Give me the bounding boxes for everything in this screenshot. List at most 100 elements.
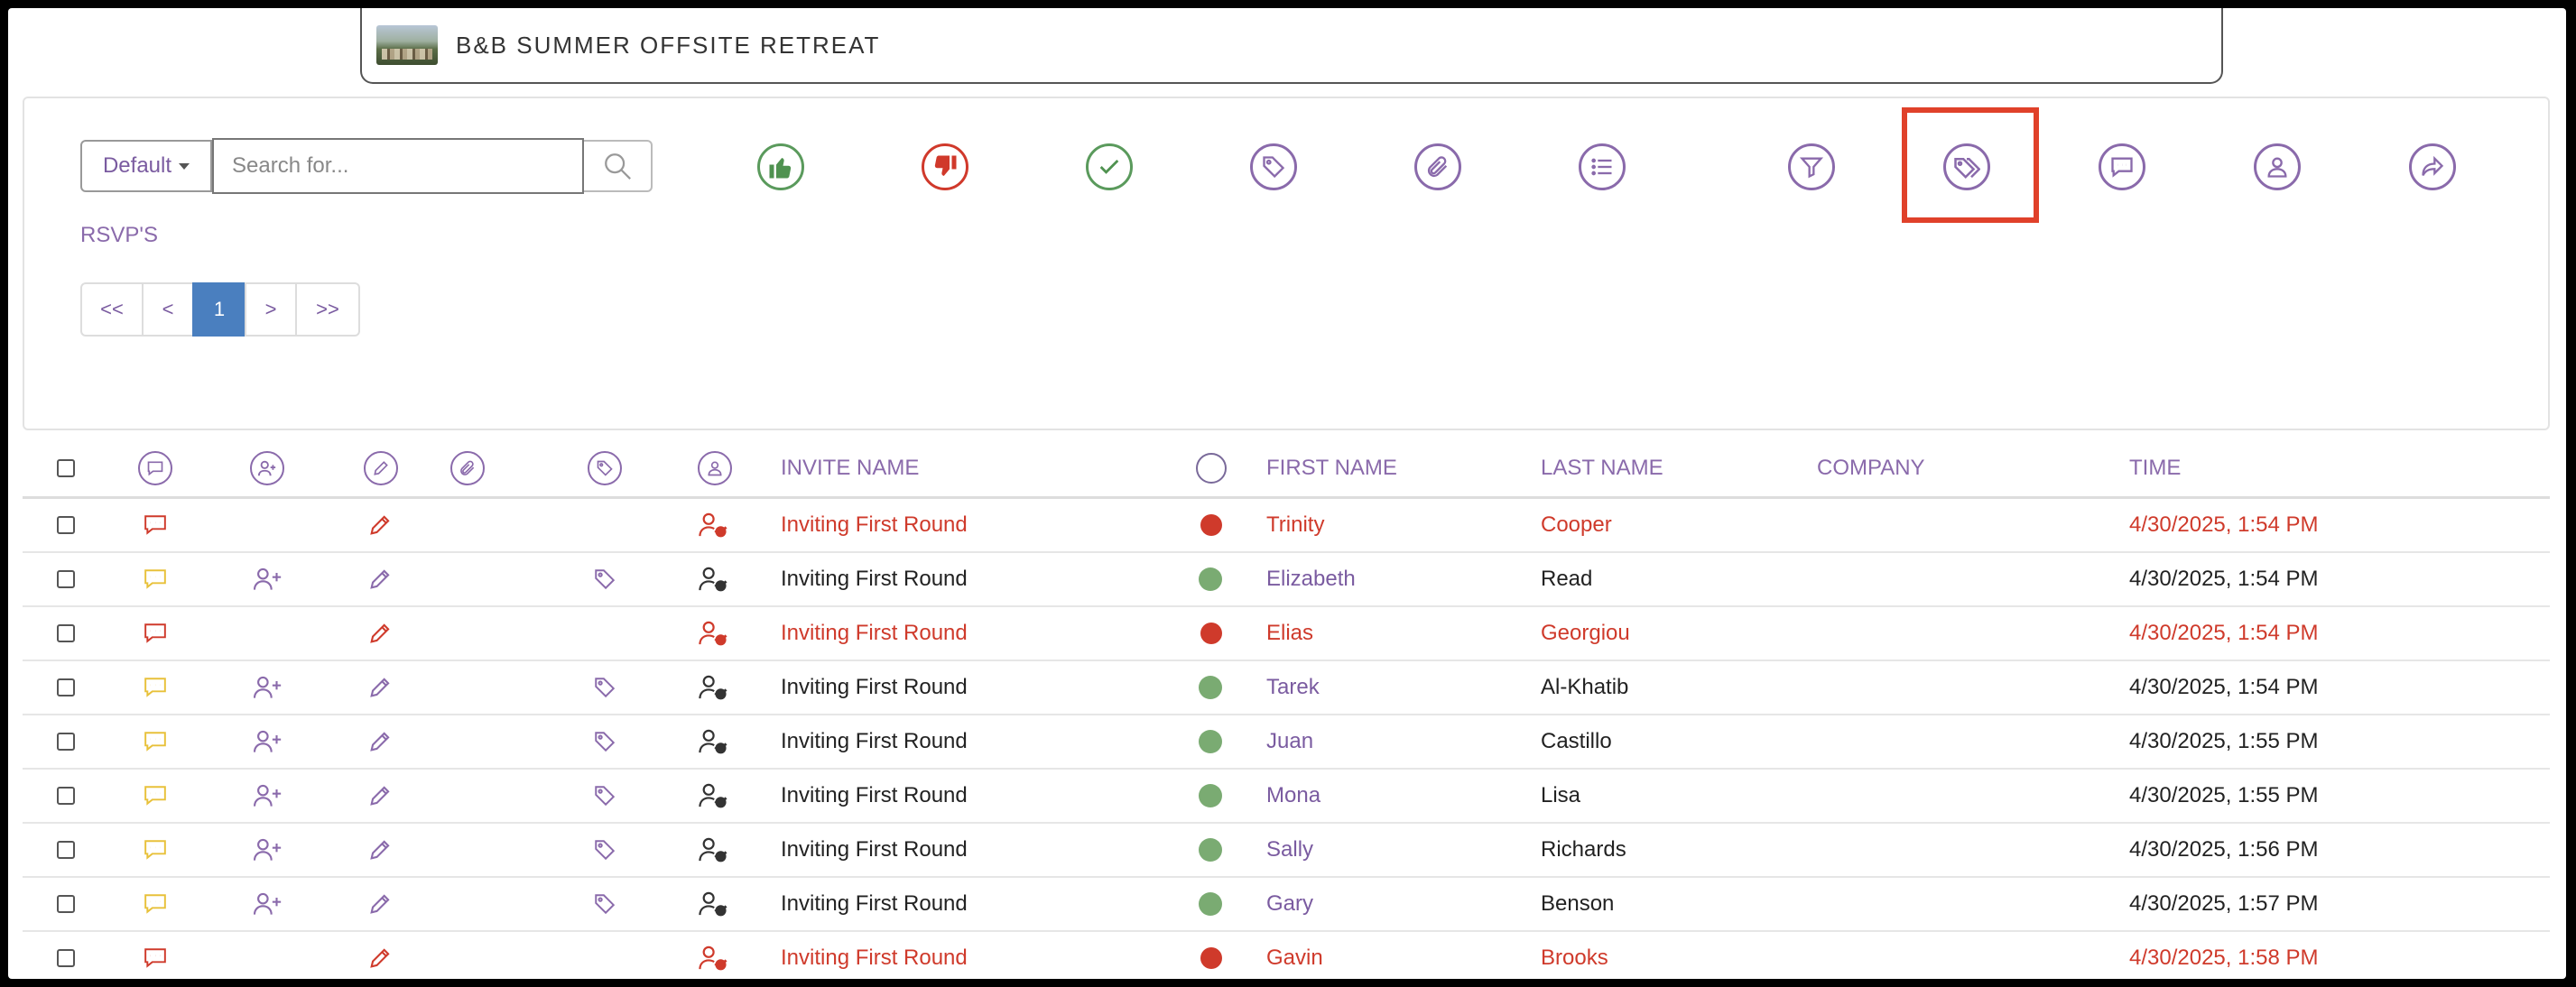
user-accepted-icon[interactable] — [698, 770, 728, 822]
comment-icon[interactable] — [144, 824, 167, 876]
first-name-cell[interactable]: Juan — [1266, 715, 1313, 768]
accepted-status-dot — [1199, 730, 1222, 753]
attachment-icon[interactable] — [1414, 143, 1461, 190]
comment-column-icon[interactable] — [138, 450, 172, 485]
user-accepted-icon[interactable] — [698, 661, 728, 714]
comment-icon[interactable] — [144, 715, 167, 768]
comment-icon[interactable] — [144, 878, 167, 930]
row-checkbox[interactable] — [57, 787, 75, 805]
search-input[interactable] — [212, 138, 584, 194]
row-checkbox[interactable] — [57, 516, 75, 534]
comment-icon[interactable] — [144, 661, 167, 714]
thumbs-up-icon[interactable] — [757, 143, 804, 190]
table-row[interactable]: Inviting First Round Juan Castillo 4/30/202… — [23, 715, 2550, 770]
comment-icon[interactable] — [2099, 143, 2145, 190]
tag-icon[interactable] — [593, 878, 616, 930]
first-name-cell[interactable]: Gavin — [1266, 932, 1323, 979]
row-checkbox[interactable] — [57, 624, 75, 642]
edit-icon[interactable] — [367, 824, 393, 876]
table-row[interactable]: Inviting First Round Tarek Al-Khatib 4/30/2… — [23, 661, 2550, 715]
thumbs-down-icon[interactable] — [922, 143, 968, 190]
check-icon[interactable] — [1086, 143, 1133, 190]
user-accepted-icon[interactable] — [698, 553, 728, 605]
add-user-icon[interactable] — [252, 770, 283, 822]
add-user-icon[interactable] — [252, 661, 283, 714]
row-checkbox[interactable] — [57, 678, 75, 696]
user-icon[interactable] — [2254, 143, 2301, 190]
tag-icon[interactable] — [593, 661, 616, 714]
filter-icon[interactable] — [1788, 143, 1835, 190]
comment-icon[interactable] — [144, 770, 167, 822]
page-prev-button[interactable]: < — [142, 282, 194, 337]
table-row[interactable]: Inviting First Round Gavin Brooks 4/30/2025… — [23, 932, 2550, 979]
row-checkbox[interactable] — [57, 895, 75, 913]
edit-icon[interactable] — [367, 553, 393, 605]
time-header[interactable]: TIME — [2129, 439, 2181, 496]
share-icon[interactable] — [2409, 143, 2456, 190]
event-header[interactable]: B&B SUMMER OFFSITE RETREAT — [360, 8, 2223, 84]
row-checkbox[interactable] — [57, 841, 75, 859]
last-name-cell: Al-Khatib — [1541, 675, 1629, 699]
table-row[interactable]: Inviting First Round Mona Lisa 4/30/2025, 1… — [23, 770, 2550, 824]
table-row[interactable]: Inviting First Round Elias Georgiou 4/30/20… — [23, 607, 2550, 661]
comment-icon[interactable] — [144, 499, 167, 551]
first-name-cell[interactable]: Gary — [1266, 878, 1313, 930]
tag-icon[interactable] — [593, 770, 616, 822]
page-last-button[interactable]: >> — [295, 282, 360, 337]
first-name-cell[interactable]: Tarek — [1266, 661, 1320, 714]
list-icon[interactable] — [1579, 143, 1626, 190]
invite-name-header[interactable]: INVITE NAME — [781, 439, 919, 496]
table-row[interactable]: Inviting First Round Elizabeth Read 4/30/20… — [23, 553, 2550, 607]
first-name-cell[interactable]: Trinity — [1266, 499, 1324, 551]
user-column-icon[interactable] — [698, 450, 732, 485]
comment-icon[interactable] — [144, 607, 167, 660]
add-user-icon[interactable] — [252, 824, 283, 876]
comment-icon[interactable] — [144, 932, 167, 979]
first-name-cell[interactable]: Mona — [1266, 770, 1320, 822]
edit-icon[interactable] — [367, 932, 393, 979]
add-user-column-icon[interactable] — [250, 450, 284, 485]
edit-icon[interactable] — [367, 878, 393, 930]
edit-icon[interactable] — [367, 499, 393, 551]
row-checkbox[interactable] — [57, 733, 75, 751]
first-name-header[interactable]: FIRST NAME — [1266, 439, 1397, 496]
add-user-icon[interactable] — [252, 553, 283, 605]
add-user-icon[interactable] — [252, 715, 283, 768]
table-row[interactable]: Inviting First Round Sally Richards 4/30/20… — [23, 824, 2550, 878]
tag-icon[interactable] — [1250, 143, 1297, 190]
search-button[interactable] — [584, 140, 653, 192]
company-header[interactable]: COMPANY — [1817, 439, 1925, 496]
first-name-cell[interactable]: Sally — [1266, 824, 1313, 876]
table-row[interactable]: Inviting First Round Trinity Cooper 4/30/20… — [23, 499, 2550, 553]
user-accepted-icon[interactable] — [698, 715, 728, 768]
attachment-column-icon[interactable] — [450, 450, 485, 485]
user-declined-icon[interactable] — [698, 499, 728, 551]
tag-column-icon[interactable] — [588, 450, 622, 485]
user-accepted-icon[interactable] — [698, 878, 728, 930]
status-column-icon[interactable] — [1196, 452, 1227, 484]
user-accepted-icon[interactable] — [698, 824, 728, 876]
user-declined-icon[interactable] — [698, 932, 728, 979]
tag-icon[interactable] — [593, 715, 616, 768]
edit-icon[interactable] — [367, 607, 393, 660]
comment-icon[interactable] — [144, 553, 167, 605]
user-declined-icon[interactable] — [698, 607, 728, 660]
table-row[interactable]: Inviting First Round Gary Benson 4/30/2025,… — [23, 878, 2550, 932]
select-all-checkbox[interactable] — [57, 458, 75, 477]
add-user-icon[interactable] — [252, 878, 283, 930]
row-checkbox[interactable] — [57, 949, 75, 967]
first-name-cell[interactable]: Elias — [1266, 607, 1313, 660]
edit-icon[interactable] — [367, 661, 393, 714]
page-current-button[interactable]: 1 — [192, 282, 246, 337]
edit-icon[interactable] — [367, 770, 393, 822]
first-name-cell[interactable]: Elizabeth — [1266, 553, 1356, 605]
page-next-button[interactable]: > — [245, 282, 297, 337]
view-select[interactable]: Default — [80, 140, 212, 192]
last-name-header[interactable]: LAST NAME — [1541, 439, 1663, 496]
edit-column-icon[interactable] — [364, 450, 398, 485]
row-checkbox[interactable] — [57, 570, 75, 588]
edit-icon[interactable] — [367, 715, 393, 768]
tag-icon[interactable] — [593, 553, 616, 605]
tag-icon[interactable] — [593, 824, 616, 876]
page-first-button[interactable]: << — [80, 282, 144, 337]
